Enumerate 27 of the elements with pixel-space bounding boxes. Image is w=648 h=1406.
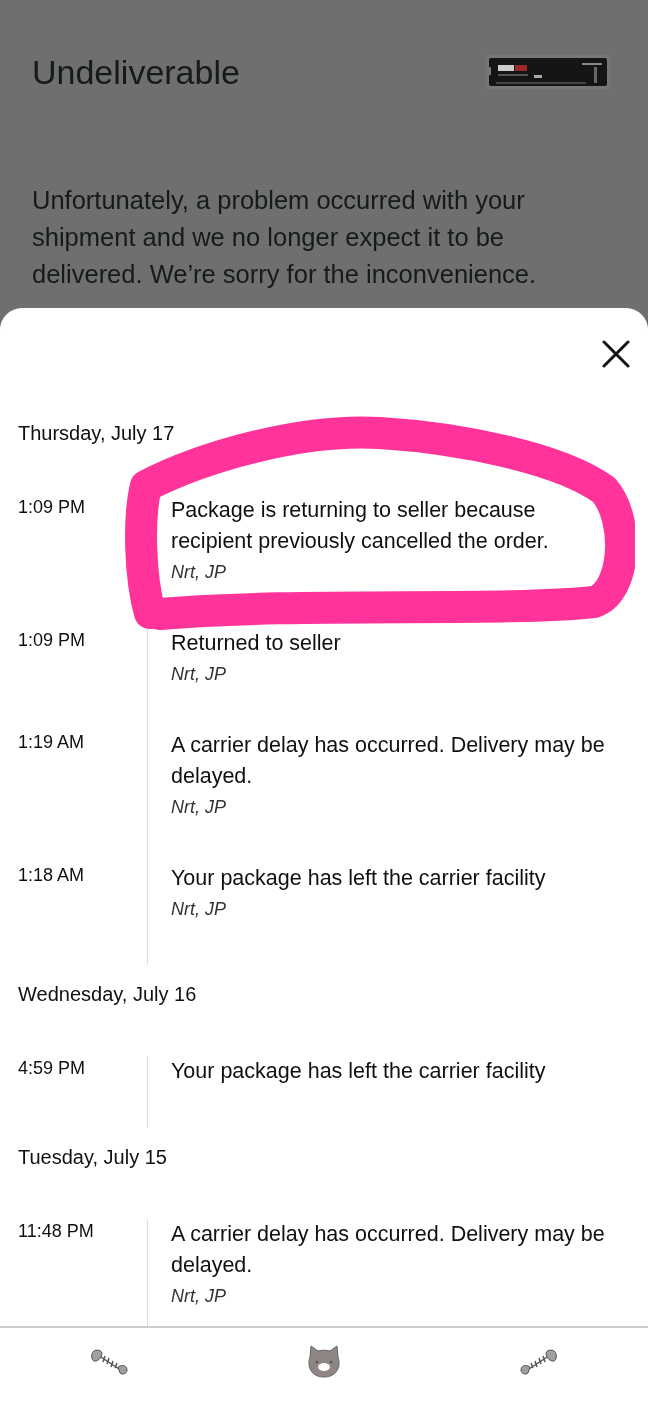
- fish-bone-icon[interactable]: [519, 1348, 560, 1376]
- event-description: A carrier delay has occurred. Delivery may be delayed.: [171, 732, 606, 790]
- event-location: Nrt, JP: [171, 898, 227, 921]
- event-description: A carrier delay has occurred. Delivery may be delayed.: [171, 1221, 606, 1279]
- event-description: Returned to seller: [171, 630, 342, 657]
- event-location: Nrt, JP: [171, 561, 227, 584]
- event-location: Nrt, JP: [171, 663, 227, 686]
- event-time: 1:09 PM: [18, 496, 87, 519]
- event-location: Nrt, JP: [171, 1285, 227, 1308]
- event-description: Package is returning to seller because recipient previously cancelled the order.: [171, 497, 550, 555]
- event-location: Nrt, JP: [171, 796, 227, 819]
- date-heading: Thursday, July 17: [18, 422, 176, 445]
- message-text: Unfortunately, a problem occurred with your shipment and we no longer expect it to be delivered. We’re sorry for the inconvenience.: [32, 185, 538, 290]
- date-heading: Wednesday, July 16: [18, 983, 198, 1006]
- event-time: 1:18 AM: [18, 864, 86, 887]
- event-time: 4:59 PM: [18, 1057, 87, 1080]
- event-time: 1:09 PM: [18, 629, 87, 652]
- page-title: Undeliverable: [32, 52, 240, 92]
- event-time: 1:19 AM: [18, 731, 86, 754]
- cat-face-icon[interactable]: [306, 1345, 342, 1379]
- close-button[interactable]: [600, 338, 632, 370]
- fish-bone-icon[interactable]: [88, 1348, 129, 1376]
- date-heading: Tuesday, July 15: [18, 1146, 168, 1169]
- event-description: Your package has left the carrier facility: [171, 1058, 547, 1085]
- event-description: Your package has left the carrier facility: [171, 865, 547, 892]
- close-icon: [602, 340, 630, 368]
- event-time: 11:48 PM: [18, 1220, 95, 1243]
